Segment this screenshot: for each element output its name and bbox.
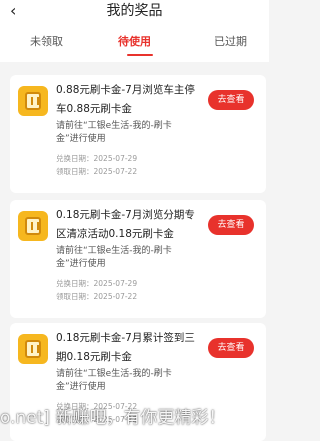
active-tab-indicator <box>127 54 153 56</box>
prize-usage-tip: 请前往“工银e生活-我的-刷卡金”进行使用 <box>56 246 172 269</box>
prize-name: 0.18元刷卡金-7月累计签到三期0.18元刷卡金 <box>56 332 195 363</box>
view-button[interactable]: 去查看 <box>208 215 254 235</box>
tab-unclaimed[interactable]: 未领取 <box>30 34 63 50</box>
tab-to-use[interactable]: 待使用 <box>118 34 151 50</box>
view-button[interactable]: 去查看 <box>208 338 254 358</box>
tab-expired[interactable]: 已过期 <box>214 34 247 50</box>
exchange-date: 兑换日期：2025-07-29 <box>56 279 138 288</box>
top-bar: ‹ 我的奖品 未领取 待使用 已过期 <box>0 0 269 62</box>
view-button[interactable]: 去查看 <box>208 90 254 110</box>
prize-card: 0.88元刷卡金-7月浏览车主停车0.88元刷卡金 请前往“工银e生活-我的-刷… <box>10 75 266 193</box>
exchange-date: 兑换日期：2025-07-29 <box>56 154 138 163</box>
claim-date: 领取日期：2025-07-22 <box>56 292 138 301</box>
tab-bar: 未领取 待使用 已过期 <box>0 34 269 60</box>
claim-date: 领取日期：2025-07-22 <box>56 167 138 176</box>
prize-card: 0.18元刷卡金-7月浏览分期专区清凉活动0.18元刷卡金 请前往“工银e生活-… <box>10 200 266 318</box>
card-coupon-icon <box>18 211 48 241</box>
card-coupon-icon <box>18 86 48 116</box>
prize-usage-tip: 请前往“工银e生活-我的-刷卡金”进行使用 <box>56 121 172 144</box>
prize-name: 0.18元刷卡金-7月浏览分期专区清凉活动0.18元刷卡金 <box>56 209 195 240</box>
prize-name: 0.88元刷卡金-7月浏览车主停车0.88元刷卡金 <box>56 84 195 115</box>
watermark-text: o.net] 新赚吧，有你更精彩！ <box>0 408 226 428</box>
prize-usage-tip: 请前往“工银e生活-我的-刷卡金”进行使用 <box>56 369 172 392</box>
page-title: 我的奖品 <box>106 3 163 19</box>
card-coupon-icon <box>18 334 48 364</box>
